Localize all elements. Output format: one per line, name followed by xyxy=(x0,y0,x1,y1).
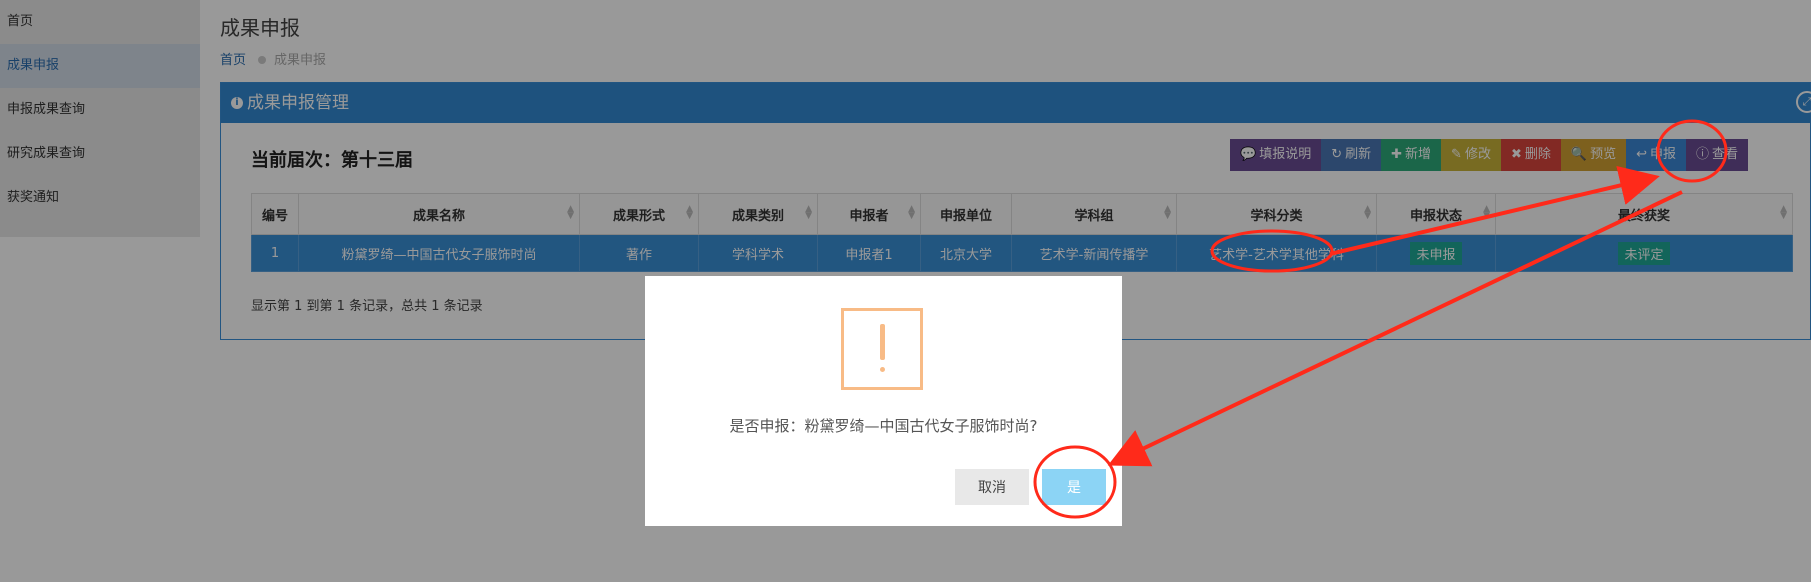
highlight-circle xyxy=(1210,229,1334,273)
highlight-circle xyxy=(1033,445,1117,519)
annotation-arrow xyxy=(1329,165,1660,256)
annotation-overlay xyxy=(1033,119,1728,519)
annotation-arrow xyxy=(1107,190,1683,467)
highlight-circle xyxy=(1656,119,1728,183)
